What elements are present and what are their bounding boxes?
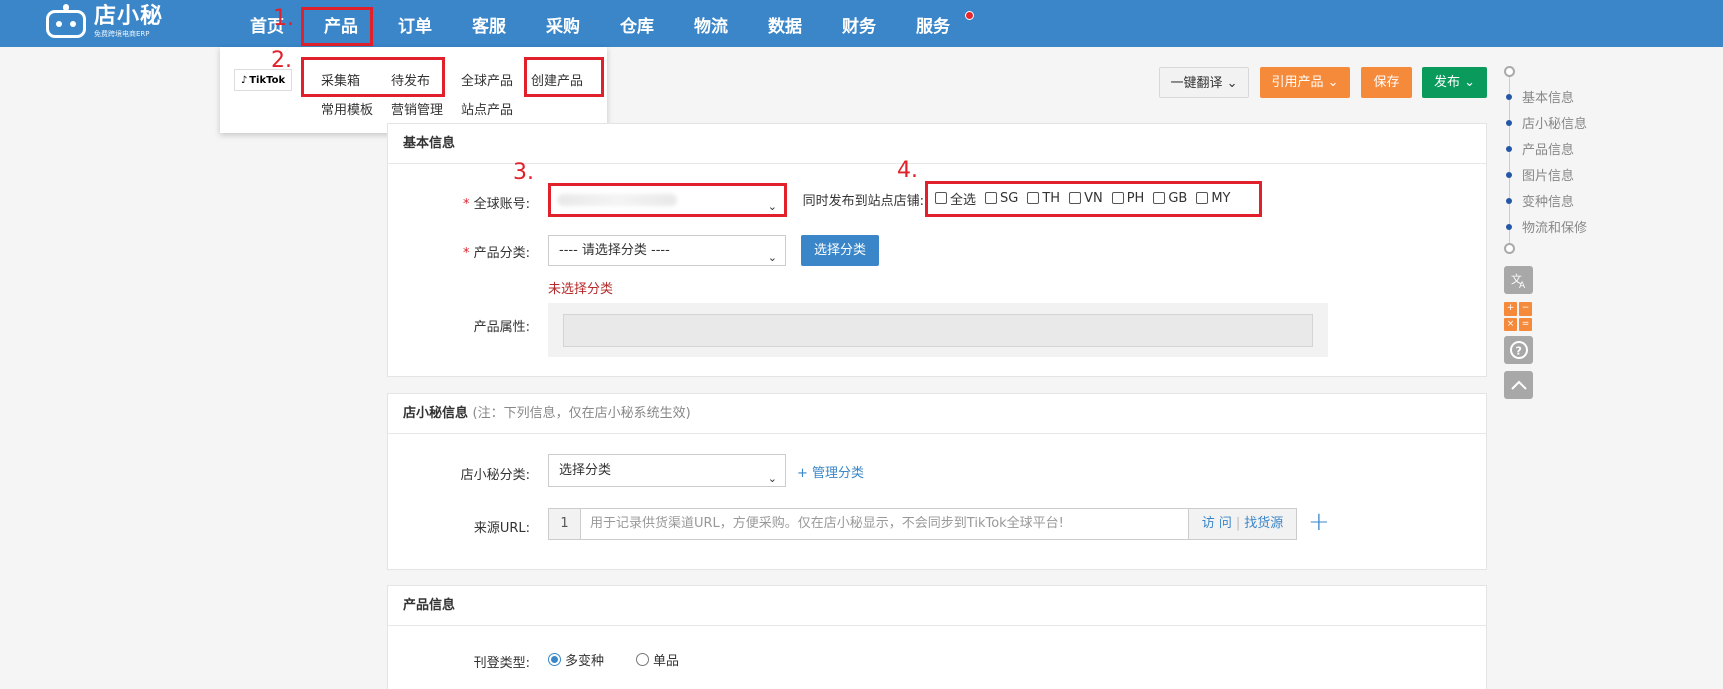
right-nav-basic-info[interactable]: 基本信息: [1506, 87, 1574, 106]
site-checkbox-ph[interactable]: PH: [1111, 191, 1144, 206]
nav-item-service[interactable]: 客服: [452, 0, 526, 47]
back-to-top-icon[interactable]: [1504, 371, 1533, 399]
right-nav-bottom-ring-icon: [1504, 243, 1515, 254]
right-nav-top-ring-icon: [1504, 66, 1515, 77]
publish-dropdown-button[interactable]: 发布 ⌄: [1422, 67, 1487, 98]
source-url-group: 1 用于记录供货渠道URL，方便采购。仅在店小秘显示，不会同步到TikTok全球…: [548, 508, 1297, 540]
site-checkbox-sg[interactable]: SG: [985, 191, 1018, 206]
basic-info-title: 基本信息: [388, 124, 1486, 164]
dxm-info-title: 店小秘信息: [403, 406, 469, 421]
category-error-text: 未选择分类: [548, 282, 614, 297]
choose-category-button[interactable]: 选择分类: [801, 235, 879, 266]
product-info-title: 产品信息: [388, 586, 1486, 626]
sync-sites-label: 同时发布到站点店铺:: [802, 194, 924, 209]
annotation-1: 1.: [273, 6, 294, 31]
chevron-down-icon: ⌄: [1226, 76, 1238, 91]
dxm-category-select[interactable]: 选择分类 ⌄: [548, 454, 786, 487]
help-icon[interactable]: ?: [1504, 336, 1533, 364]
site-checkbox-th[interactable]: TH: [1027, 191, 1060, 206]
visit-url-button[interactable]: 访 问: [1202, 516, 1232, 531]
site-checkbox-gb[interactable]: GB: [1153, 191, 1187, 206]
translate-tool-icon[interactable]: 文A: [1504, 266, 1533, 294]
chevron-down-icon: ⌄: [1327, 75, 1339, 90]
chevron-down-icon: ⌄: [767, 251, 777, 264]
translate-dropdown-button[interactable]: 一键翻译 ⌄: [1159, 67, 1249, 98]
site-checkbox-all[interactable]: 全选: [935, 189, 976, 208]
find-source-button[interactable]: 找货源: [1244, 516, 1283, 531]
right-nav-dxm-info[interactable]: 店小秘信息: [1506, 113, 1587, 132]
nav-item-finance[interactable]: 财务: [822, 0, 896, 47]
notification-dot-icon: [965, 11, 974, 20]
chevron-down-icon: ⌄: [767, 472, 777, 485]
highlight-product-nav: [301, 7, 373, 46]
nav-item-logistics[interactable]: 物流: [674, 0, 748, 47]
source-url-input[interactable]: 用于记录供货渠道URL，方便采购。仅在店小秘显示，不会同步到TikTok全球平台…: [581, 509, 1188, 539]
source-url-index: 1: [549, 509, 581, 539]
highlight-collect-pending: [301, 57, 445, 97]
right-nav-image-info[interactable]: 图片信息: [1506, 165, 1574, 184]
highlight-account-select: [548, 183, 787, 217]
brand-name: 店小秘: [94, 4, 164, 29]
dxm-category-label: 店小秘分类:: [460, 468, 530, 483]
add-url-plus-icon[interactable]: +: [1308, 509, 1330, 535]
robot-logo-icon: [44, 4, 88, 40]
right-nav-product-info[interactable]: 产品信息: [1506, 139, 1574, 158]
tiktok-logo-icon: ♪: [240, 74, 248, 86]
attributes-label: 产品属性:: [473, 320, 530, 335]
source-url-actions: 访 问 | 找货源: [1188, 509, 1296, 539]
right-nav-variant-info[interactable]: 变种信息: [1506, 191, 1574, 210]
source-url-label: 来源URL:: [473, 521, 530, 536]
annotation-3: 3.: [513, 160, 534, 185]
attributes-input[interactable]: [563, 314, 1313, 347]
nav-item-orders[interactable]: 订单: [378, 0, 452, 47]
nav-item-purchase[interactable]: 采购: [526, 0, 600, 47]
site-checkbox-group: 全选 SG TH VN PH GB MY: [935, 187, 1239, 209]
product-info-card: 产品信息: [387, 585, 1487, 689]
attributes-area: [548, 303, 1328, 357]
quote-product-button[interactable]: 引用产品 ⌄: [1260, 67, 1350, 98]
manage-category-link[interactable]: + 管理分类: [797, 462, 864, 481]
radio-single-item[interactable]: 单品: [636, 650, 679, 669]
nav-item-services-label: 服务: [916, 17, 950, 37]
chevron-down-icon: ⌄: [1464, 75, 1476, 90]
right-nav-logistics-warranty[interactable]: 物流和保修: [1506, 217, 1587, 236]
brand-logo[interactable]: 店小秘 免费跨境电商ERP: [44, 2, 163, 42]
svg-text:?: ?: [1515, 345, 1521, 358]
menu-site-products[interactable]: 站点产品: [461, 99, 513, 118]
nav-item-data[interactable]: 数据: [748, 0, 822, 47]
nav-item-services[interactable]: 服务: [896, 0, 974, 47]
brand-tagline: 免费跨境电商ERP: [94, 30, 150, 38]
annotation-2: 2.: [271, 48, 292, 73]
calculator-icon[interactable]: + − × =: [1504, 302, 1533, 331]
category-select[interactable]: ---- 请选择分类 ---- ⌄: [548, 235, 786, 266]
dxm-info-note: (注：下列信息，仅在店小秘系统生效): [472, 406, 691, 421]
listing-type-radio-group: 多变种 单品: [548, 650, 711, 669]
save-button[interactable]: 保存: [1361, 67, 1412, 98]
site-checkbox-my[interactable]: MY: [1196, 191, 1230, 206]
tiktok-label: TikTok: [249, 74, 286, 86]
dxm-info-header: 店小秘信息 (注：下列信息，仅在店小秘系统生效): [388, 394, 1486, 434]
menu-global-products[interactable]: 全球产品: [461, 70, 513, 89]
category-label: * 产品分类:: [462, 246, 530, 261]
listing-type-label: 刊登类型:: [473, 656, 530, 671]
radio-multi-variant[interactable]: 多变种: [548, 650, 604, 669]
global-account-label: * 全球账号:: [462, 197, 530, 212]
nav-item-warehouse[interactable]: 仓库: [600, 0, 674, 47]
highlight-create-product: [524, 57, 604, 97]
menu-marketing[interactable]: 营销管理: [391, 99, 443, 118]
menu-common-templates[interactable]: 常用模板: [321, 99, 373, 118]
annotation-4: 4.: [897, 158, 918, 183]
site-checkbox-vn[interactable]: VN: [1069, 191, 1103, 206]
top-navbar: 店小秘 免费跨境电商ERP 首页 产品 订单 客服 采购 仓库 物流 数据 财务…: [0, 0, 1723, 47]
svg-text:A: A: [1519, 281, 1526, 289]
